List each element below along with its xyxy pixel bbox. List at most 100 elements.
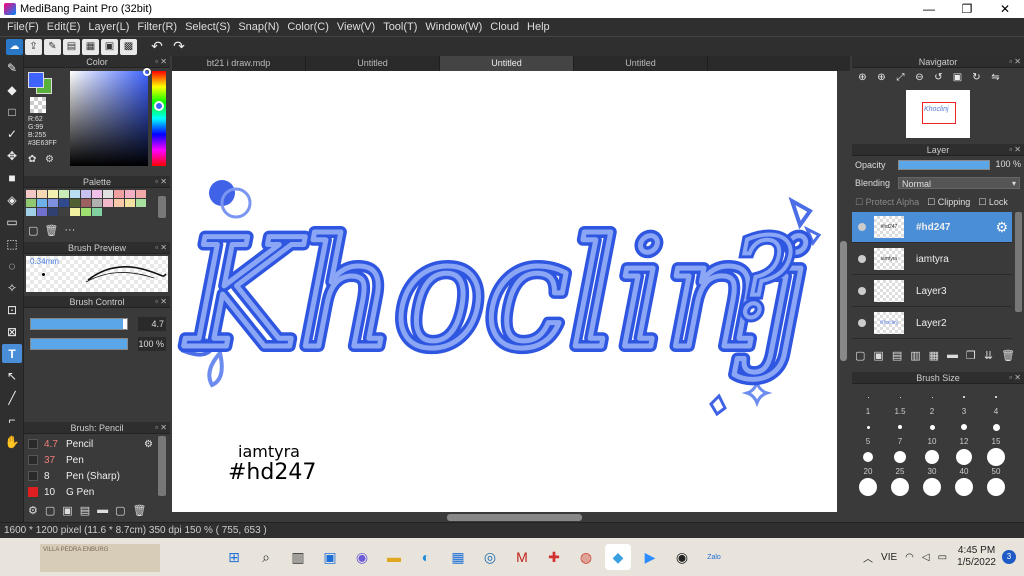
vpn-icon[interactable]: ◎ [477, 544, 503, 570]
file-explorer-icon[interactable]: ▬ [381, 544, 407, 570]
brush-import-icon[interactable]: ▢ [115, 504, 125, 517]
menu-view[interactable]: View(V) [333, 18, 379, 36]
panel-close-icon[interactable]: ▫ ✕ [155, 242, 167, 254]
palette-swatch[interactable] [26, 190, 36, 198]
tab-untitled-2[interactable]: Untitled [440, 56, 574, 71]
palette-swatch[interactable] [59, 199, 69, 207]
merge-layer-icon[interactable]: ⇊ [984, 349, 993, 362]
zalo-icon[interactable]: Zalo [701, 544, 727, 570]
document-icon[interactable]: ▦ [82, 38, 99, 55]
canvas-horizontal-scrollbar[interactable] [447, 514, 582, 521]
magic-wand-tool-icon[interactable]: ✧ [2, 278, 22, 297]
eraser-tool-icon[interactable]: ◆ [2, 80, 22, 99]
layer-list-scrollbar[interactable] [1015, 212, 1022, 312]
tab-untitled-1[interactable]: Untitled [306, 56, 440, 71]
brush-size-cell[interactable]: 7 [884, 416, 916, 446]
gear-icon[interactable]: ⚙ [144, 439, 153, 450]
add-brush-icon[interactable]: ▣ [62, 504, 72, 517]
brush-size-cell[interactable]: 15 [980, 416, 1012, 446]
brush-opacity-slider[interactable] [30, 338, 128, 350]
kakao-icon[interactable]: ◉ [669, 544, 695, 570]
palette-swatch[interactable] [103, 190, 113, 198]
visibility-eye-icon[interactable] [858, 287, 866, 295]
clipping-checkbox[interactable]: ☐ Clipping [927, 197, 970, 208]
palette-swatch[interactable] [59, 190, 69, 198]
color-history-icon[interactable]: ⚙ [45, 154, 59, 166]
panel-close-icon[interactable]: ▫ ✕ [1009, 144, 1021, 156]
brush-size-cell[interactable]: 5 [852, 416, 884, 446]
fill-rect-tool-icon[interactable]: ■ [2, 168, 22, 187]
mcafee-icon[interactable]: M [509, 544, 535, 570]
panel-close-icon[interactable]: ▫ ✕ [155, 176, 167, 188]
chevron-up-icon[interactable]: ︿ [863, 550, 873, 565]
layer-row-layer2[interactable]: Khoclinj Layer2 [852, 308, 1012, 339]
brush-size-slider[interactable] [30, 318, 128, 330]
select-pen-tool-icon[interactable]: ⊡ [2, 300, 22, 319]
new-brush-icon[interactable]: ▢ [45, 504, 55, 517]
blending-select[interactable]: Normal ▾ [898, 177, 1020, 189]
foreground-color-swatch[interactable] [28, 72, 44, 88]
brush-settings-icon[interactable]: ⚙ [28, 504, 38, 517]
chrome-icon[interactable]: ◍ [573, 544, 599, 570]
palette-swatch[interactable] [48, 208, 58, 216]
panel-close-icon[interactable]: ▫ ✕ [155, 296, 167, 308]
panel-close-icon[interactable]: ▫ ✕ [155, 56, 167, 68]
teams-chat-icon[interactable]: ◉ [349, 544, 375, 570]
brush-item-g-pen[interactable]: 10 G Pen [26, 484, 156, 500]
layer-row-hd247[interactable]: #hd247 #hd247 ⚙ [852, 212, 1012, 243]
maximize-button[interactable]: ❐ [948, 0, 986, 18]
brush-size-cell[interactable]: 3 [948, 386, 980, 416]
minimize-button[interactable]: — [910, 0, 948, 18]
menu-help[interactable]: Help [523, 18, 554, 36]
menu-file[interactable]: File(F) [3, 18, 43, 36]
brush-tool-icon[interactable]: ✎ [2, 58, 22, 77]
duplicate-layer-icon[interactable]: ❐ [966, 349, 976, 362]
widgets-icon[interactable]: ▣ [317, 544, 343, 570]
notification-badge[interactable]: 3 [1002, 550, 1016, 564]
task-view-icon[interactable]: ▥ [285, 544, 311, 570]
brush-size-cell[interactable]: 20 [852, 446, 884, 476]
search-icon[interactable]: ⌕ [253, 544, 279, 570]
hue-slider[interactable] [152, 71, 166, 166]
delete-brush-icon[interactable]: 🗑 [133, 504, 147, 517]
palette-swatch[interactable] [92, 190, 102, 198]
palette-swatch[interactable] [81, 199, 91, 207]
brush-opacity-value[interactable]: 100 % [138, 337, 166, 351]
visibility-eye-icon[interactable] [858, 255, 866, 263]
menu-layer[interactable]: Layer(L) [84, 18, 133, 36]
palette-swatch[interactable] [136, 190, 146, 198]
panel-close-icon[interactable]: ▫ ✕ [1009, 56, 1021, 68]
palette-swatch[interactable] [125, 199, 135, 207]
palette-scrollbar[interactable] [158, 196, 166, 218]
layer-opacity-slider[interactable] [898, 160, 990, 170]
battery-icon[interactable]: ▭ [938, 552, 947, 563]
palette-swatch[interactable] [70, 190, 80, 198]
menu-color[interactable]: Color(C) [283, 18, 333, 36]
brush-size-cell[interactable] [916, 476, 948, 506]
wifi-icon[interactable]: ◠ [905, 552, 914, 563]
lock-checkbox[interactable]: ☐ Lock [978, 197, 1008, 208]
palette-swatch[interactable] [48, 190, 58, 198]
palette-swatch[interactable] [103, 199, 113, 207]
panel-close-icon[interactable]: ▫ ✕ [1009, 372, 1021, 384]
divide-tool-icon[interactable]: ╱ [2, 388, 22, 407]
share-icon[interactable]: ⇪ [25, 38, 42, 55]
palette-swatch[interactable] [37, 190, 47, 198]
zoom-in-icon[interactable]: ⊕ [854, 70, 871, 85]
delete-palette-icon[interactable]: 🗑 [44, 224, 58, 237]
gradient-tool-icon[interactable]: ▭ [2, 212, 22, 231]
palette-swatch[interactable] [136, 199, 146, 207]
palette-swatch[interactable] [92, 208, 102, 216]
hand-tool-icon[interactable]: ✋ [2, 432, 22, 451]
color-wheel-icon[interactable]: ✿ [28, 154, 42, 166]
brush-size-cell[interactable]: 2 [916, 386, 948, 416]
bucket-tool-icon[interactable]: ◈ [2, 190, 22, 209]
layer-row-iamtyra[interactable]: iamtyra iamtyra [852, 244, 1012, 275]
rotate-right-icon[interactable]: ↻ [968, 70, 985, 85]
medibang-taskbar-icon[interactable]: ◆ [605, 544, 631, 570]
rotate-left-icon[interactable]: ↺ [930, 70, 947, 85]
menu-snap[interactable]: Snap(N) [234, 18, 283, 36]
palette-swatch[interactable] [48, 199, 58, 207]
rectangle-tool-icon[interactable]: □ [2, 102, 22, 121]
palette-swatch[interactable] [92, 199, 102, 207]
